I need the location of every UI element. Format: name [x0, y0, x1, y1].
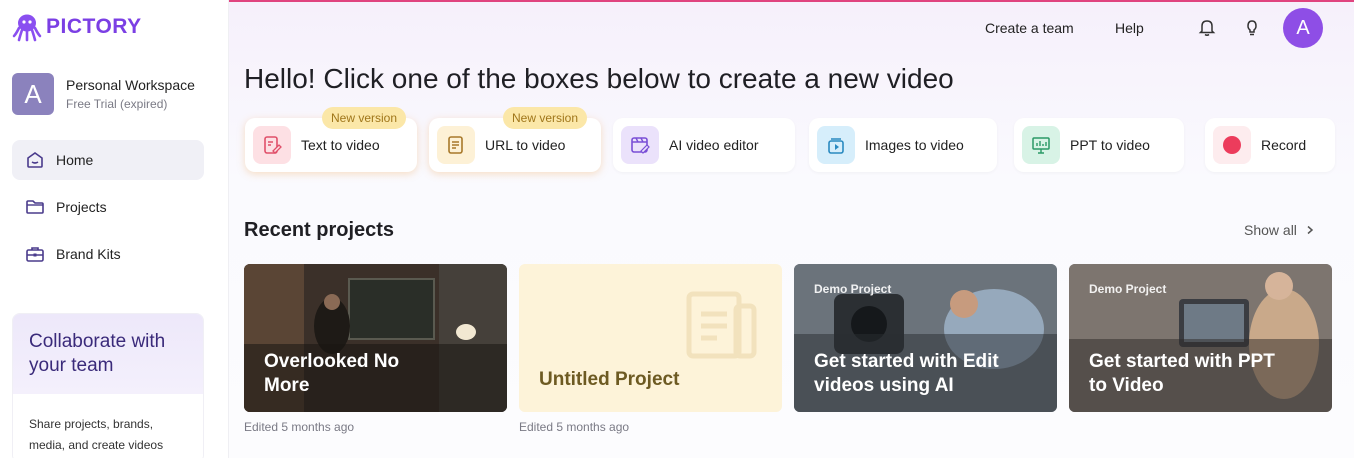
- project-card[interactable]: Overlooked No More: [244, 264, 507, 412]
- action-label: Images to video: [865, 137, 964, 153]
- record-icon: [1213, 126, 1251, 164]
- new-version-badge: New version: [322, 107, 407, 129]
- project-card[interactable]: Untitled Project: [519, 264, 782, 412]
- sidebar-item-label: Brand Kits: [56, 246, 121, 262]
- action-label: Text to video: [301, 137, 380, 153]
- text-to-video-button[interactable]: New version Text to video: [245, 107, 417, 172]
- url-to-video-icon: [437, 126, 475, 164]
- briefcase-icon: [24, 243, 46, 265]
- text-to-video-icon: [253, 126, 291, 164]
- lightbulb-icon[interactable]: [1241, 16, 1263, 38]
- ppt-to-video-button[interactable]: PPT to video: [1014, 118, 1184, 172]
- show-all-link[interactable]: Show all: [1244, 222, 1315, 238]
- project-title: Get started with Edit videos using AI: [814, 351, 999, 396]
- workspace-name: Personal Workspace: [66, 77, 195, 93]
- demo-project-tag: Demo Project: [1089, 282, 1167, 296]
- sidebar-item-home[interactable]: Home: [12, 140, 204, 180]
- project-title: Overlooked No More: [264, 351, 400, 396]
- ai-editor-icon: [621, 126, 659, 164]
- create-team-link[interactable]: Create a team: [985, 20, 1074, 36]
- ppt-to-video-icon: [1022, 126, 1060, 164]
- sidebar: PICTORY A Personal Workspace Free Trial …: [0, 0, 229, 458]
- project-title: Untitled Project: [539, 369, 680, 390]
- sidebar-item-brand-kits[interactable]: Brand Kits: [12, 234, 204, 274]
- sidebar-item-label: Projects: [56, 199, 107, 215]
- brand-name: PICTORY: [46, 15, 142, 38]
- new-version-badge: New version: [503, 107, 588, 129]
- project-card[interactable]: Demo Project Get started with Edit video…: [794, 264, 1057, 412]
- page-title: Hello! Click one of the boxes below to c…: [244, 63, 954, 94]
- user-avatar[interactable]: A: [1283, 8, 1323, 48]
- workspace-status: Free Trial (expired): [66, 97, 168, 111]
- collab-body: Share projects, brands, media, and creat…: [13, 394, 203, 458]
- main-area: Create a team Help A Hello! Click one of…: [229, 2, 1354, 458]
- record-button[interactable]: Record: [1205, 118, 1335, 172]
- folder-icon: [24, 196, 46, 218]
- help-link[interactable]: Help: [1115, 20, 1144, 36]
- project-title: Get started with PPT to Video: [1089, 351, 1275, 396]
- action-label: Record: [1261, 137, 1307, 153]
- sidebar-item-label: Home: [56, 152, 94, 168]
- workspace-avatar: A: [12, 73, 54, 115]
- action-label: URL to video: [485, 137, 566, 153]
- sidebar-item-projects[interactable]: Projects: [12, 187, 204, 227]
- home-icon: [24, 149, 46, 171]
- octopus-logo-icon: [12, 14, 42, 42]
- edited-timestamp: Edited 5 months ago: [519, 420, 630, 434]
- chevron-right-icon: [1307, 225, 1314, 235]
- images-to-video-icon: [817, 126, 855, 164]
- images-to-video-button[interactable]: Images to video: [809, 118, 997, 172]
- ai-video-editor-button[interactable]: AI video editor: [613, 118, 795, 172]
- edited-timestamp: Edited 5 months ago: [244, 420, 355, 434]
- project-card[interactable]: Demo Project Get started with PPT to Vid…: [1069, 264, 1332, 412]
- action-label: AI video editor: [669, 137, 759, 153]
- url-to-video-button[interactable]: New version URL to video: [429, 107, 601, 172]
- brand-logo[interactable]: PICTORY: [12, 12, 142, 42]
- show-all-label: Show all: [1244, 222, 1297, 238]
- bell-icon[interactable]: [1196, 16, 1218, 38]
- workspace-switcher[interactable]: A Personal Workspace Free Trial (expired…: [12, 73, 195, 115]
- sidebar-nav: Home Projects Brand Kits: [12, 140, 204, 281]
- action-label: PPT to video: [1070, 137, 1150, 153]
- collab-title: Collaborate with your team: [29, 331, 166, 376]
- demo-project-tag: Demo Project: [814, 282, 892, 296]
- collaborate-promo[interactable]: Collaborate with your team Share project…: [12, 313, 204, 458]
- recent-projects-heading: Recent projects: [244, 219, 395, 241]
